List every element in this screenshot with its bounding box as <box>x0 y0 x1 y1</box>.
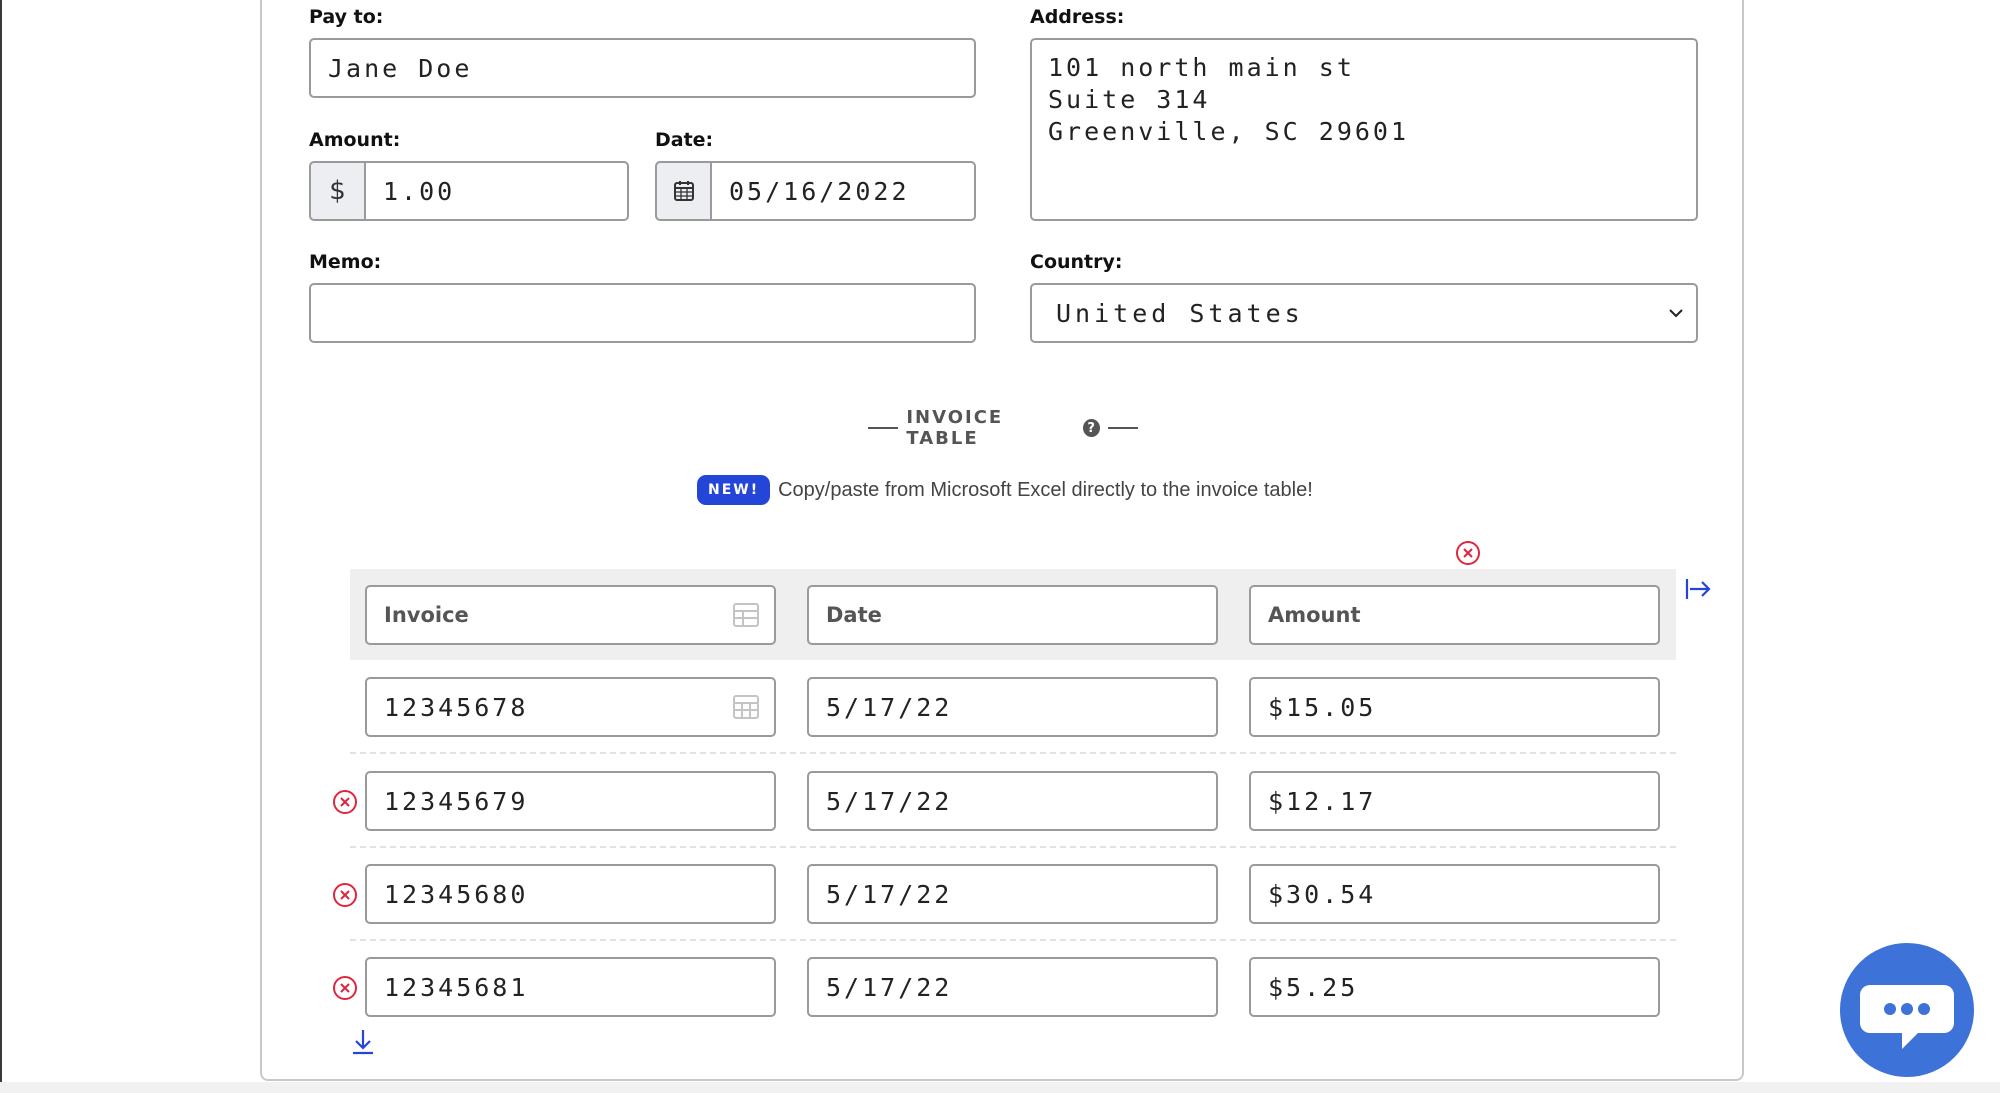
pay-to-label: Pay to: <box>309 6 384 28</box>
row-2-date[interactable]: 5/17/22 <box>807 771 1218 831</box>
header-invoice[interactable]: Invoice <box>365 585 776 645</box>
row-1-amount[interactable]: $15.05 <box>1249 677 1660 737</box>
new-badge: NEW! <box>697 475 771 505</box>
dollar-prefix: $ <box>309 161 366 221</box>
window-edge <box>0 0 2 1093</box>
row-4-amount[interactable]: $5.25 <box>1249 957 1660 1017</box>
header-invoice-label: Invoice <box>384 603 469 627</box>
address-line-1: 101 north main st <box>1048 53 1355 82</box>
header-amount[interactable]: Amount <box>1249 585 1660 645</box>
chat-icon[interactable] <box>1838 941 1976 1079</box>
address-textarea[interactable]: 101 north main st Suite 314 Greenville, … <box>1030 38 1698 221</box>
row-1-invoice-value: 12345678 <box>384 692 529 722</box>
invoice-table-heading: INVOICE TABLE ? <box>868 407 1138 449</box>
help-icon[interactable]: ? <box>1082 419 1100 437</box>
row-divider <box>350 846 1676 848</box>
row-1-invoice[interactable]: 12345678 <box>365 677 776 737</box>
row-3-amount[interactable]: $30.54 <box>1249 864 1660 924</box>
calendar-icon <box>673 181 694 201</box>
row-2-amount[interactable]: $12.17 <box>1249 771 1660 831</box>
country-label: Country: <box>1030 251 1123 273</box>
row-3-invoice[interactable]: 12345680 <box>365 864 776 924</box>
row-4-invoice[interactable]: 12345681 <box>365 957 776 1017</box>
add-column-icon[interactable] <box>1684 576 1712 602</box>
date-input[interactable]: 05/16/2022 <box>710 161 976 221</box>
add-row-icon[interactable] <box>350 1028 376 1056</box>
chevron-down-icon <box>1669 309 1683 318</box>
memo-label: Memo: <box>309 251 382 273</box>
heading-rule-left <box>868 427 899 429</box>
row-1-date[interactable]: 5/17/22 <box>807 677 1218 737</box>
memo-input[interactable] <box>309 283 976 343</box>
remove-row-icon[interactable] <box>331 881 359 909</box>
table-grid-icon[interactable] <box>732 694 760 720</box>
excel-promo: NEW! Copy/paste from Microsoft Excel dir… <box>697 474 1313 506</box>
row-divider <box>350 939 1676 941</box>
calendar-button[interactable] <box>655 161 712 221</box>
row-divider <box>350 752 1676 754</box>
country-value: United States <box>1056 298 1304 328</box>
country-select[interactable]: United States <box>1030 283 1698 343</box>
address-label: Address: <box>1030 6 1125 28</box>
header-date[interactable]: Date <box>807 585 1218 645</box>
row-3-date[interactable]: 5/17/22 <box>807 864 1218 924</box>
amount-input[interactable]: 1.00 <box>364 161 629 221</box>
invoice-table-title: INVOICE TABLE <box>906 407 1004 449</box>
page-bottom-strip <box>0 1082 2000 1093</box>
row-2-invoice[interactable]: 12345679 <box>365 771 776 831</box>
heading-rule-right <box>1107 427 1138 429</box>
address-line-2: Suite 314 <box>1048 85 1211 114</box>
amount-label: Amount: <box>309 129 401 151</box>
date-label: Date: <box>655 129 714 151</box>
remove-row-icon[interactable] <box>331 974 359 1002</box>
promo-text: Copy/paste from Microsoft Excel directly… <box>778 478 1313 501</box>
table-grid-icon[interactable] <box>732 602 760 628</box>
remove-row-icon[interactable] <box>331 788 359 816</box>
pay-to-input[interactable]: Jane Doe <box>309 38 976 98</box>
address-line-3: Greenville, SC 29601 <box>1048 117 1410 146</box>
remove-column-icon[interactable] <box>1454 539 1482 567</box>
row-4-date[interactable]: 5/17/22 <box>807 957 1218 1017</box>
